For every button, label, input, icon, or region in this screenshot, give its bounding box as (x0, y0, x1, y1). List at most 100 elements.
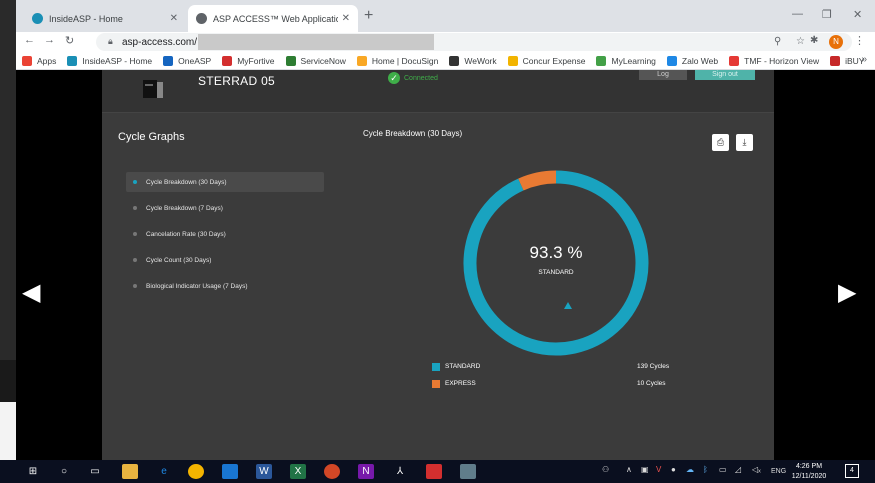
profile-avatar[interactable]: N (829, 35, 843, 49)
bookmark-label: Home | DocuSign (371, 55, 439, 66)
tmf-icon (729, 55, 740, 66)
keyboard-language[interactable]: ENG (771, 468, 786, 475)
close-tab-icon[interactable]: ✕ (170, 13, 178, 24)
globe-icon (196, 13, 207, 24)
clock[interactable]: 4:26 PM 12/11/2020 (786, 462, 832, 482)
close-window-icon[interactable]: ✕ (853, 8, 862, 21)
reload-icon[interactable]: ↻ (65, 34, 74, 47)
legend-swatch (432, 363, 440, 371)
menu-item-label: Cancelation Rate (30 Days) (146, 230, 226, 238)
tray-v-icon[interactable]: V (656, 465, 661, 474)
insideasp-favicon-icon (32, 13, 43, 24)
menu-icon[interactable]: ⋮ (854, 34, 865, 47)
bookmark-servicenow[interactable]: ServiceNow (285, 55, 346, 66)
tab-asp-access[interactable]: ASP ACCESS™ Web Application ✕ (188, 5, 358, 32)
more-bookmarks-icon[interactable]: » (861, 54, 867, 65)
minimize-icon[interactable]: — (792, 8, 803, 20)
extensions-icon[interactable]: ✱ (810, 35, 818, 46)
edge-icon[interactable]: e (156, 464, 172, 479)
sign-out-button[interactable]: Sign out (695, 70, 755, 80)
bullet-icon (133, 206, 137, 210)
tray-app-icon[interactable]: ▣ (641, 465, 649, 474)
menu-item-cycle-breakdown-7[interactable]: Cycle Breakdown (7 Days) (126, 198, 324, 218)
battery-icon[interactable]: ▭ (719, 465, 727, 474)
donut-slice-express[interactable] (518, 170, 557, 191)
restore-icon[interactable]: ❐ (822, 8, 832, 21)
address-bar[interactable]: 🔒︎ asp-access.com/ ⚲ ☆ (96, 33, 852, 51)
people-icon[interactable]: ⚇ (602, 465, 609, 474)
bookmark-label: Apps (37, 55, 57, 66)
print-icon[interactable]: ⎙ (712, 134, 729, 151)
powerpoint-icon[interactable] (324, 464, 340, 479)
search-icon[interactable]: ○ (56, 464, 72, 479)
bullet-icon (133, 258, 137, 262)
bookmark-label: MyLearning (611, 55, 656, 66)
excel-icon[interactable]: X (290, 464, 306, 479)
bookmark-tmf[interactable]: TMF - Horizon View (729, 55, 820, 66)
tray-globe-icon[interactable]: ● (671, 465, 676, 474)
cycle-breakdown-donut-chart (463, 170, 649, 356)
bookmark-concur[interactable]: Concur Expense (507, 55, 585, 66)
onedrive-icon[interactable]: ☁ (686, 465, 694, 474)
task-view-icon[interactable]: ▭ (87, 464, 103, 479)
bookmark-wework[interactable]: WeWork (449, 55, 497, 66)
bookmark-insideasp[interactable]: InsideASP - Home (67, 55, 152, 66)
outlook-icon[interactable] (222, 464, 238, 479)
graph-menu: Cycle Breakdown (30 Days) Cycle Breakdow… (126, 172, 324, 302)
bookmark-docusign[interactable]: Home | DocuSign (356, 55, 439, 66)
wework-icon (449, 55, 460, 66)
new-tab-button[interactable]: + (364, 7, 373, 25)
menu-item-cycle-count[interactable]: Cycle Count (30 Days) (126, 250, 324, 270)
url-text: asp-access.com/ (122, 37, 198, 48)
tab-insideasp[interactable]: InsideASP - Home ✕ (24, 5, 186, 32)
back-icon[interactable]: ← (24, 34, 35, 46)
zoom-icon[interactable]: ⚲ (774, 36, 781, 47)
bookmark-ibuy[interactable]: iBUY (830, 55, 864, 66)
bookmark-label: TMF - Horizon View (744, 55, 820, 66)
check-icon: ✓ (388, 72, 400, 84)
previous-arrow-icon[interactable]: ◀ (22, 278, 40, 307)
lock-icon: 🔒︎ (108, 36, 113, 46)
chrome-icon[interactable] (188, 464, 204, 479)
legend-value: 10 Cycles (637, 380, 666, 387)
bookmark-apps[interactable]: Apps (22, 55, 57, 66)
clock-time: 4:26 PM (795, 463, 823, 470)
acrobat-icon[interactable]: ⅄ (392, 464, 408, 479)
menu-item-bi-usage[interactable]: Biological Indicator Usage (7 Days) (126, 276, 324, 296)
desktop: InsideASP - Home ✕ ASP ACCESS™ Web Appli… (0, 0, 875, 483)
docusign-icon (356, 55, 367, 66)
download-icon[interactable]: ⤓ (736, 134, 753, 151)
bookmark-mylearning[interactable]: MyLearning (596, 55, 656, 66)
volume-icon[interactable]: ◁ₓ (752, 465, 761, 474)
bluetooth-icon[interactable]: ᛒ (703, 465, 708, 474)
pdf-reader-icon[interactable] (426, 464, 442, 479)
word-icon[interactable]: W (256, 464, 272, 479)
legend-name: EXPRESS (445, 380, 476, 387)
menu-item-cancelation-rate[interactable]: Cancelation Rate (30 Days) (126, 224, 324, 244)
onenote-icon[interactable]: N (358, 464, 374, 479)
windows-start-icon[interactable]: ⊞ (25, 464, 41, 479)
browser-toolbar: ← → ↻ ⌂ 🔒︎ asp-access.com/ ⚲ ☆ ✱ N ⋮ (16, 32, 875, 52)
forward-icon[interactable]: → (44, 34, 55, 46)
menu-item-cycle-breakdown-30[interactable]: Cycle Breakdown (30 Days) (126, 172, 324, 192)
log-button[interactable]: Log (639, 70, 687, 80)
file-explorer-icon[interactable] (122, 464, 138, 479)
donut-slice-standard[interactable] (463, 170, 649, 356)
bookmark-label: OneASP (178, 55, 212, 66)
next-arrow-icon[interactable]: ▶ (838, 278, 856, 307)
bookmark-oneasp[interactable]: OneASP (163, 55, 212, 66)
network-app-icon[interactable] (460, 464, 476, 479)
ibuy-icon (830, 55, 841, 66)
bookmark-zalo[interactable]: Zalo Web (666, 55, 718, 66)
bookmark-star-icon[interactable]: ☆ (796, 36, 805, 47)
close-tab-icon[interactable]: ✕ (342, 13, 350, 24)
wifi-icon[interactable]: ◿ (735, 465, 741, 474)
tray-chevron-icon[interactable]: ∧ (626, 465, 632, 474)
tab-strip: InsideASP - Home ✕ ASP ACCESS™ Web Appli… (16, 0, 875, 32)
bullet-icon (133, 284, 137, 288)
notification-center-icon[interactable]: 4 (845, 464, 859, 478)
redacted-url (198, 34, 434, 50)
bookmark-label: ServiceNow (300, 55, 346, 66)
chart-title: Cycle Breakdown (30 Days) (363, 129, 463, 138)
bookmark-myfortive[interactable]: MyFortive (222, 55, 275, 66)
